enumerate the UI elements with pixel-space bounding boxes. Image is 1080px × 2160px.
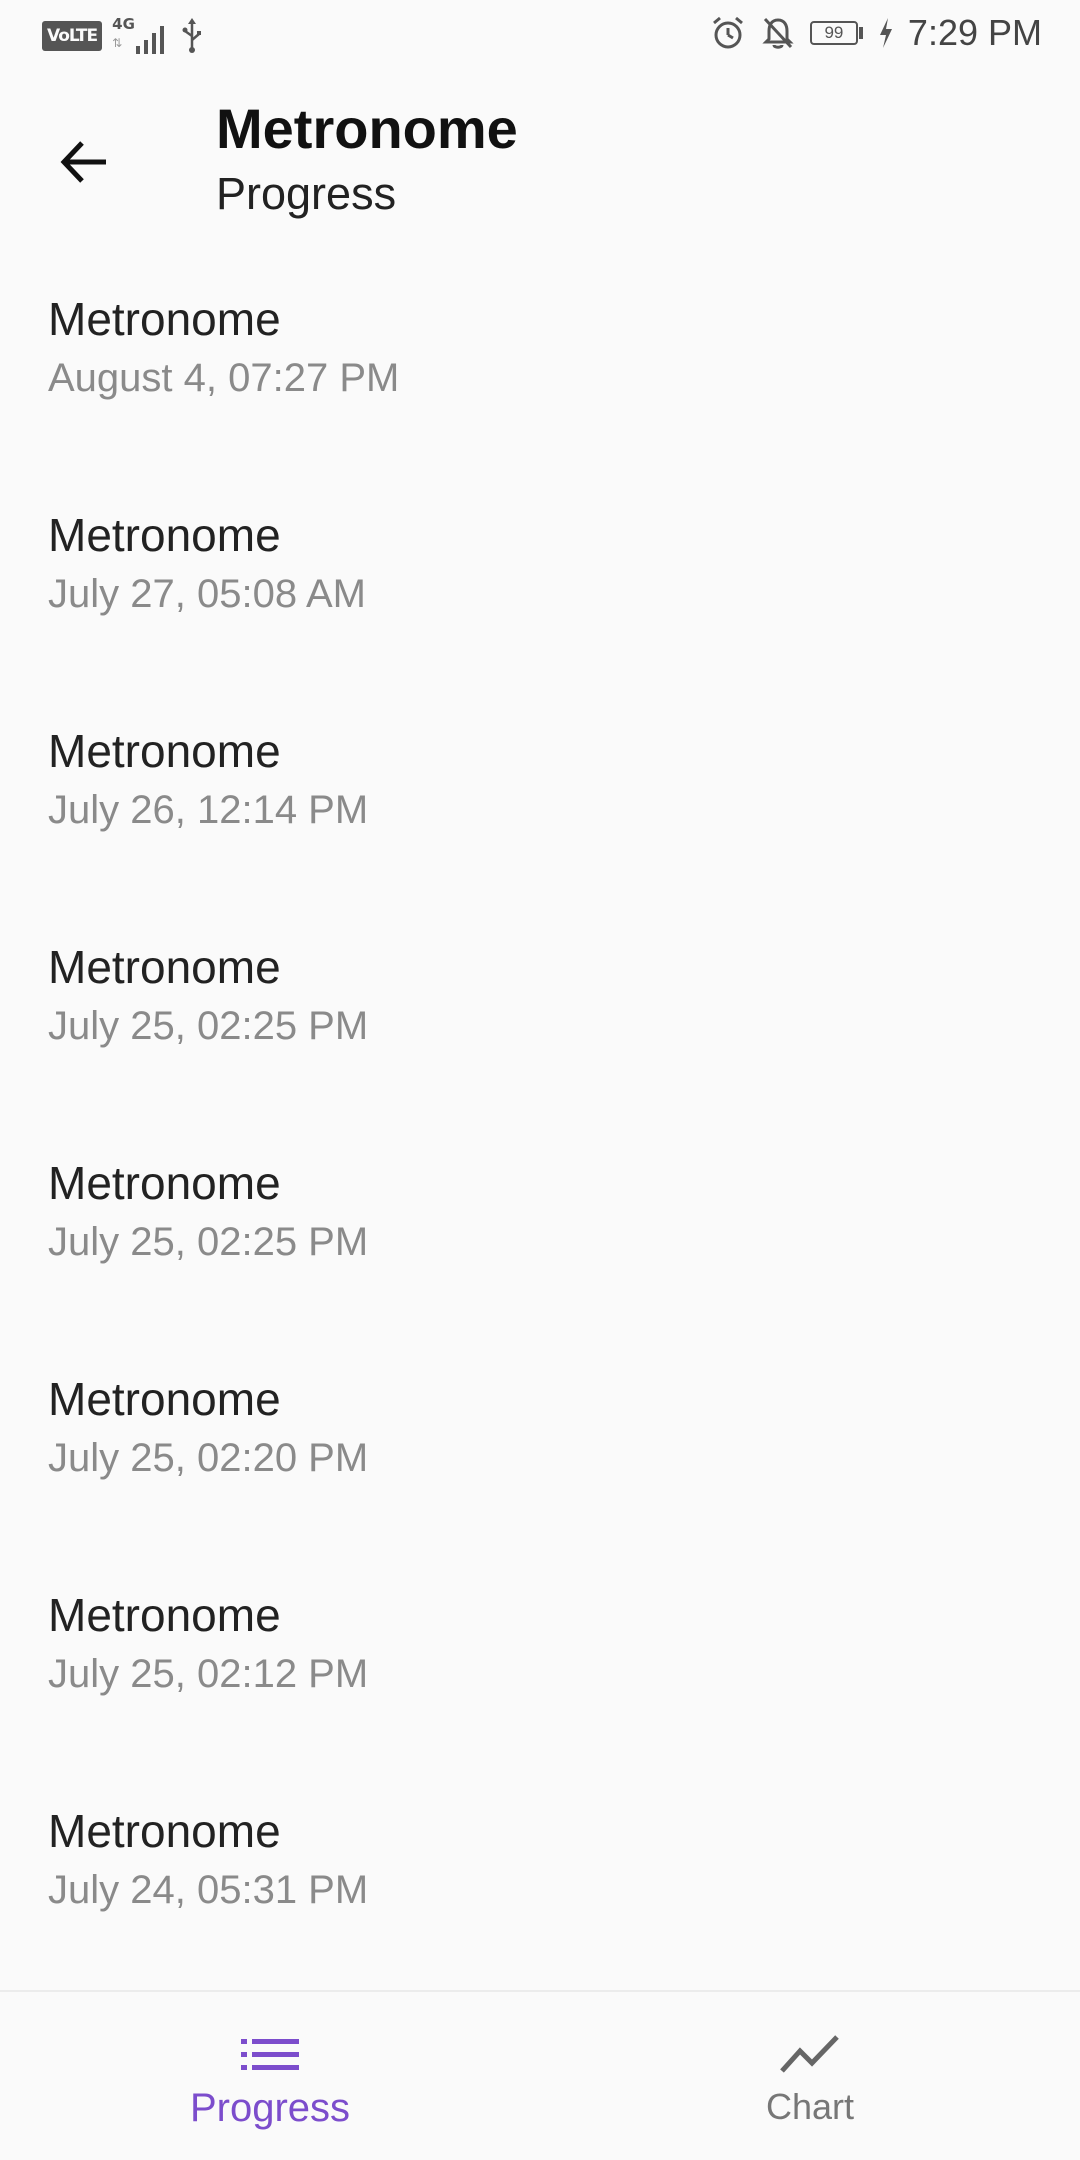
signal-strength-icon — [136, 26, 165, 54]
status-right: 99 7:29 PM — [710, 12, 1042, 54]
data-arrows-icon: ⇅ — [112, 36, 123, 50]
status-left: VoLTE 4G ⇅ — [42, 16, 204, 56]
session-list: Metronome August 4, 07:27 PM Metronome J… — [0, 252, 1080, 1980]
arrow-back-icon — [60, 141, 106, 183]
charging-bolt-icon — [879, 18, 892, 48]
item-title: Metronome — [48, 509, 281, 561]
list-item[interactable]: Metronome July 25, 02:20 PM — [0, 1332, 1080, 1548]
bottom-navigation: Progress Chart — [0, 1990, 1080, 2160]
item-date: August 4, 07:27 PM — [48, 356, 400, 400]
nav-label-chart: Chart — [765, 2086, 855, 2127]
list-icon — [241, 2032, 299, 2078]
item-date: July 27, 05:08 AM — [48, 572, 366, 616]
trending-line-icon — [779, 2032, 841, 2078]
item-title: Metronome — [48, 1805, 281, 1857]
item-date: July 25, 02:25 PM — [48, 1004, 369, 1048]
nav-item-progress[interactable]: Progress — [0, 1992, 540, 2160]
item-title: Metronome — [48, 941, 281, 993]
usb-icon — [182, 18, 202, 53]
list-item[interactable]: Metronome July 27, 05:08 AM — [0, 468, 1080, 684]
page-subtitle: Progress — [216, 168, 397, 219]
item-title: Metronome — [48, 1373, 281, 1425]
item-date: July 25, 02:25 PM — [48, 1220, 369, 1264]
progress-screen: VoLTE 4G ⇅ 99 7:29 PM Metronome Progress… — [0, 0, 1080, 2160]
notifications-off-icon — [762, 17, 794, 49]
list-item[interactable]: Metronome July 25, 02:25 PM — [0, 1116, 1080, 1332]
network-type-label: 4G — [112, 15, 135, 33]
list-item[interactable]: Metronome July 24, 05:31 PM — [0, 1764, 1080, 1980]
page-title: Metronome — [216, 97, 518, 160]
app-bar: Metronome Progress — [0, 72, 1080, 252]
item-title: Metronome — [48, 1157, 281, 1209]
list-item[interactable]: Metronome July 26, 12:14 PM — [0, 684, 1080, 900]
battery-level: 99 — [809, 21, 858, 45]
list-item[interactable]: Metronome August 4, 07:27 PM — [0, 252, 1080, 468]
volte-badge: VoLTE — [42, 21, 103, 51]
item-title: Metronome — [48, 1589, 281, 1641]
list-item[interactable]: Metronome July 25, 02:12 PM — [0, 1548, 1080, 1764]
nav-label-progress: Progress — [189, 2086, 351, 2130]
back-button[interactable] — [44, 122, 124, 202]
status-time: 7:29 PM — [907, 12, 1042, 53]
item-date: July 24, 05:31 PM — [48, 1868, 369, 1912]
item-date: July 25, 02:12 PM — [48, 1652, 369, 1696]
status-bar: VoLTE 4G ⇅ 99 7:29 PM — [0, 0, 1080, 72]
item-title: Metronome — [48, 293, 281, 345]
network-indicator: 4G ⇅ — [112, 16, 170, 56]
item-date: July 25, 02:20 PM — [48, 1436, 369, 1480]
nav-item-chart[interactable]: Chart — [540, 1992, 1080, 2160]
item-title: Metronome — [48, 725, 281, 777]
battery-icon: 99 — [809, 20, 864, 46]
alarm-icon — [712, 16, 743, 49]
list-item[interactable]: Metronome July 25, 02:25 PM — [0, 900, 1080, 1116]
item-date: July 26, 12:14 PM — [48, 788, 369, 832]
